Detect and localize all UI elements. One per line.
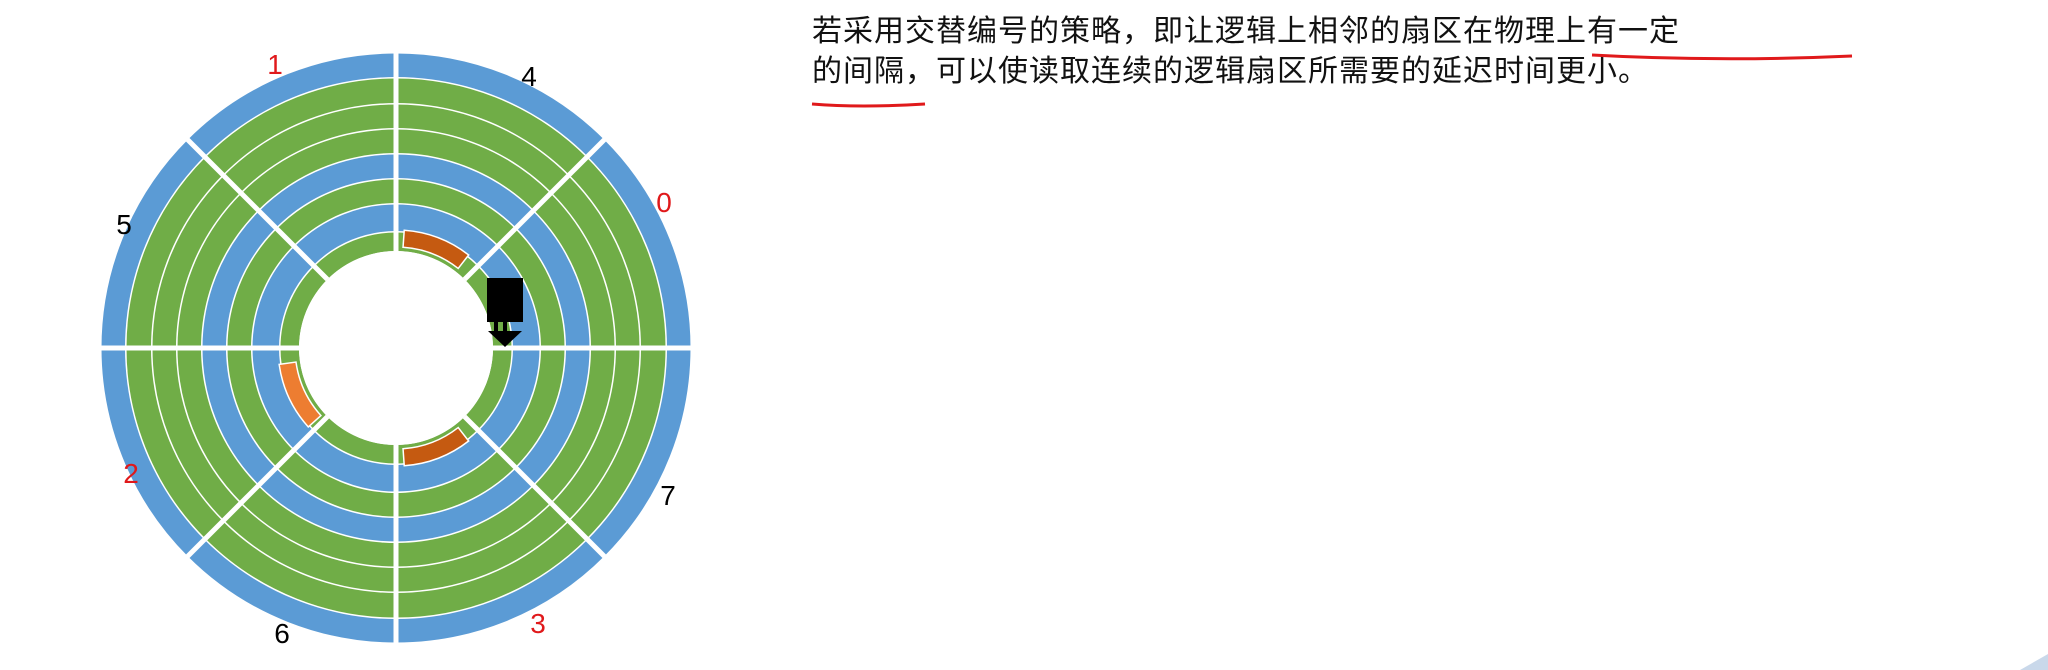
sector-label-0: 0: [656, 187, 672, 218]
sector-label-1: 1: [267, 49, 283, 80]
read-head-body: [487, 278, 523, 322]
sector-label-4: 4: [521, 61, 537, 92]
sector-label-7: 7: [660, 480, 676, 511]
description-line-2: 的间隔，可以使读取连续的逻辑扇区所需要的延迟时间更小。: [812, 54, 1649, 89]
disk-diagram: 0 1 2 3 4 5 6 7: [96, 48, 696, 649]
spindle-hole: [299, 251, 493, 445]
description-line-1: 若采用交替编号的策略，即让逻辑上相邻的扇区在物理上有一定: [812, 14, 1680, 49]
sector-label-3: 3: [530, 608, 546, 639]
description-text: 若采用交替编号的策略，即让逻辑上相邻的扇区在物理上有一定 的间隔，可以使读取连续…: [812, 12, 1680, 92]
corner-triangle-icon: [2020, 654, 2048, 670]
sector-label-6: 6: [274, 618, 290, 649]
sector-label-2: 2: [123, 458, 139, 489]
sector-label-5: 5: [116, 209, 132, 240]
